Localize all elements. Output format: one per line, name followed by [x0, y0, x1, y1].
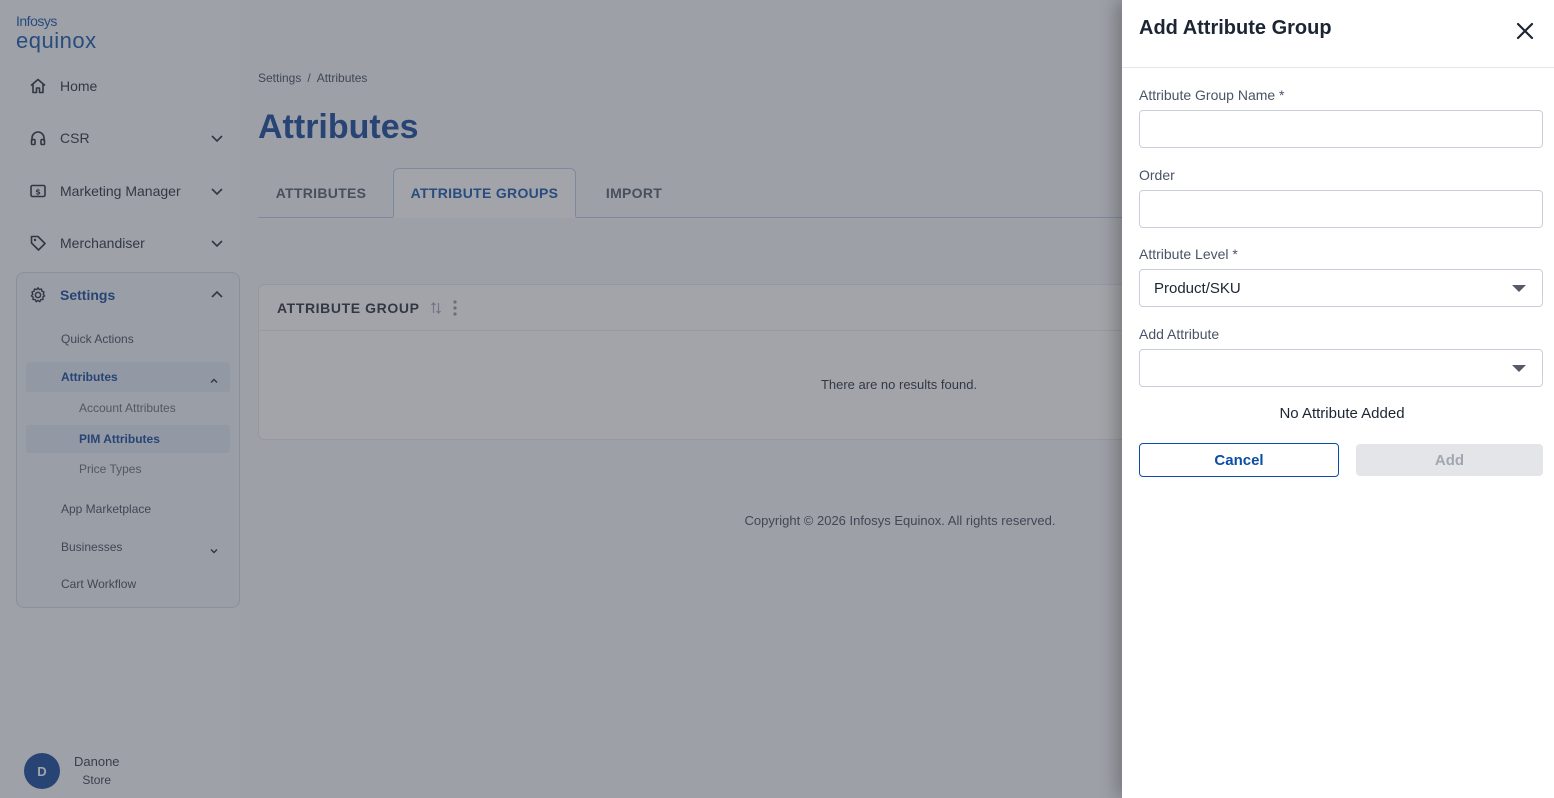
dropdown-arrow-icon	[1512, 364, 1526, 372]
add-attribute-label: Add Attribute	[1139, 326, 1220, 342]
close-button[interactable]	[1514, 22, 1536, 44]
dropdown-arrow-icon	[1512, 284, 1526, 292]
cancel-button[interactable]: Cancel	[1139, 443, 1339, 477]
attribute-group-name-input[interactable]	[1139, 110, 1543, 148]
attribute-level-select[interactable]: Product/SKU	[1139, 269, 1543, 307]
order-label: Order	[1139, 167, 1175, 183]
order-input[interactable]	[1139, 190, 1543, 228]
drawer-header: Add Attribute Group	[1122, 0, 1554, 68]
add-button[interactable]: Add	[1356, 444, 1543, 476]
add-attribute-group-drawer: Add Attribute Group Attribute Group Name…	[1122, 0, 1554, 798]
attribute-group-name-label: Attribute Group Name *	[1139, 87, 1285, 103]
attribute-level-label: Attribute Level *	[1139, 246, 1238, 262]
close-icon	[1516, 22, 1534, 45]
no-attribute-message: No Attribute Added	[1279, 405, 1405, 422]
attribute-level-value: Product/SKU	[1154, 279, 1241, 297]
add-attribute-select[interactable]	[1139, 349, 1543, 387]
drawer-title: Add Attribute Group	[1139, 17, 1332, 39]
